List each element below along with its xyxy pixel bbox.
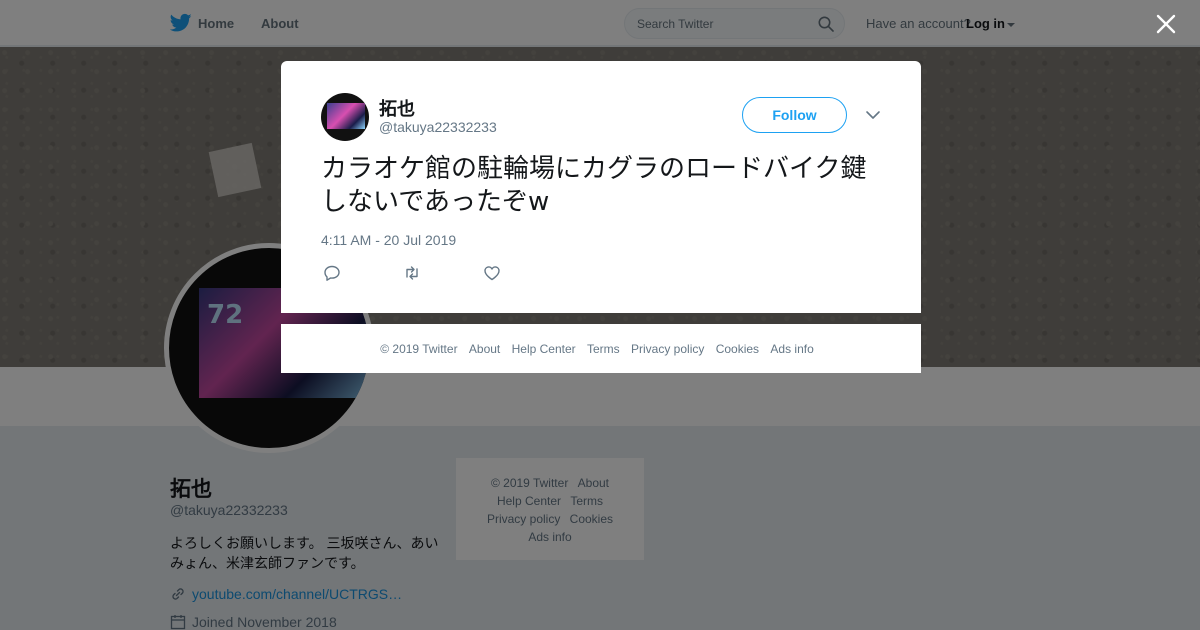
follow-button[interactable]: Follow [742, 97, 847, 133]
retweet-icon[interactable] [403, 264, 421, 282]
modal-footer-links: © 2019 Twitter About Help Center Terms P… [281, 342, 913, 356]
tweet-timestamp[interactable]: 4:11 AM - 20 Jul 2019 [321, 232, 456, 248]
modal-footer: © 2019 Twitter About Help Center Terms P… [281, 324, 921, 373]
modal-footer-help-center[interactable]: Help Center [512, 342, 576, 356]
like-icon[interactable] [483, 264, 501, 282]
modal-footer-privacy[interactable]: Privacy policy [631, 342, 704, 356]
tweet-avatar-image [327, 103, 365, 129]
modal-footer-copyright[interactable]: © 2019 Twitter [380, 342, 457, 356]
tweet-text: カラオケ館の駐輪場にカグラのロードバイク鍵しないであったぞw [321, 154, 867, 217]
close-icon[interactable] [1156, 14, 1176, 34]
reply-icon[interactable] [323, 264, 341, 282]
modal-footer-terms[interactable]: Terms [587, 342, 620, 356]
tweet-author-handle[interactable]: @takuya22332233 [379, 119, 497, 135]
modal-footer-cookies[interactable]: Cookies [716, 342, 759, 356]
chevron-down-icon[interactable] [865, 109, 881, 121]
tweet-modal: 拓也 @takuya22332233 Follow カラオケ館の駐輪場にカグラの… [281, 61, 921, 313]
tweet-author-avatar[interactable] [321, 93, 369, 141]
modal-footer-about[interactable]: About [469, 342, 500, 356]
tweet-author-name[interactable]: 拓也 [379, 95, 415, 121]
modal-footer-ads-info[interactable]: Ads info [770, 342, 813, 356]
